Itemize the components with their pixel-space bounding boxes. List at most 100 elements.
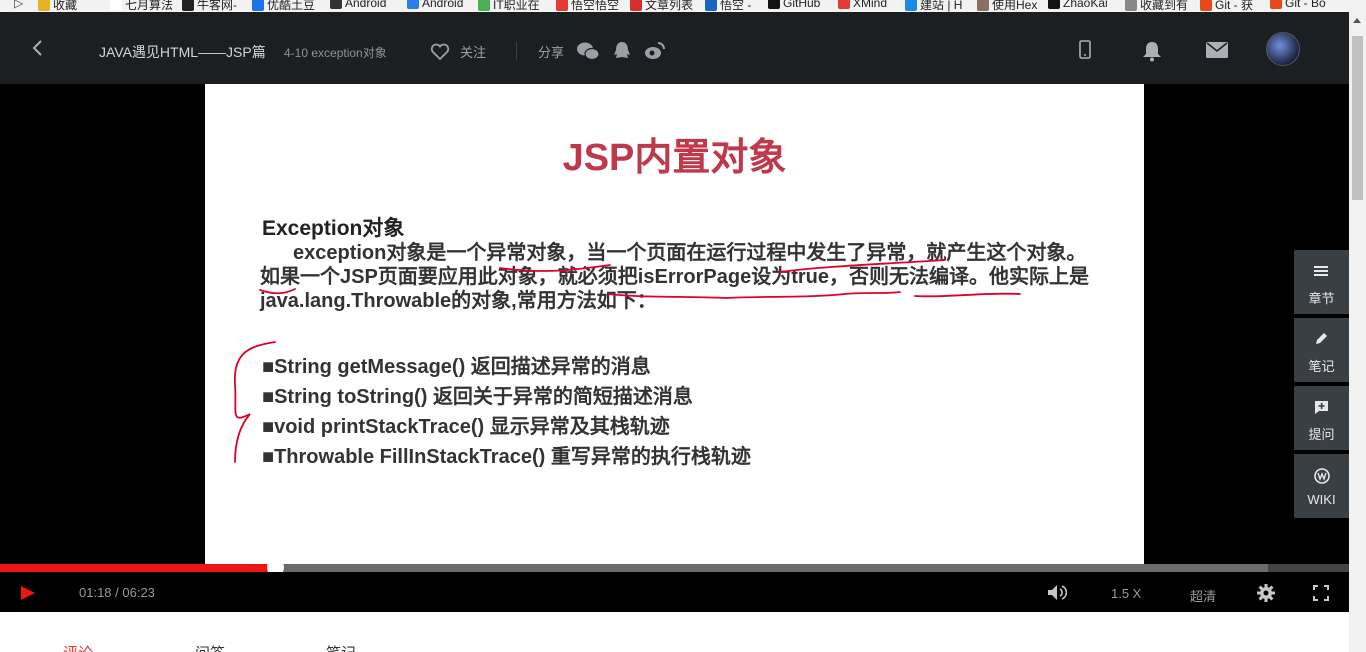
handwritten-annotations bbox=[234, 259, 1021, 463]
bookmarks-bar: ▷ 收藏 七月算法 牛客网- 优酷土豆 Android Android IT职业在 悟空悟空 文… bbox=[0, 0, 1366, 12]
qq-icon[interactable] bbox=[612, 41, 632, 61]
tab-comments[interactable]: 评论 bbox=[63, 642, 93, 652]
scroll-up-icon[interactable] bbox=[1353, 18, 1361, 23]
favicon-icon bbox=[768, 0, 780, 9]
back-arrow-icon[interactable] bbox=[28, 38, 48, 58]
bookmark-label: IT职业在 bbox=[493, 0, 540, 12]
favicon-icon bbox=[556, 0, 568, 11]
time-display: 01:18 / 06:23 bbox=[79, 585, 155, 600]
bookmark-item[interactable]: 收藏到有 bbox=[1125, 0, 1188, 12]
player-controls: 01:18 / 06:23 1.5 X 超清 bbox=[0, 572, 1349, 612]
settings-gear-icon[interactable] bbox=[1257, 584, 1275, 602]
bookmark-label: 使用Hex bbox=[992, 0, 1038, 12]
favicon-icon bbox=[905, 0, 917, 11]
favicon-icon bbox=[407, 0, 419, 9]
sidebar-wiki-button[interactable]: WIKI bbox=[1294, 454, 1349, 518]
sidebar-question-button[interactable]: 提问 bbox=[1294, 386, 1349, 450]
side-label: 提问 bbox=[1308, 427, 1335, 442]
user-avatar[interactable] bbox=[1266, 32, 1300, 66]
bookmark-label: Git - Bo bbox=[1285, 0, 1326, 10]
bookmark-label: 收藏 bbox=[53, 0, 78, 12]
content-tabs: 评论 问答 笔记 bbox=[0, 612, 1349, 652]
pencil-icon bbox=[1316, 333, 1327, 344]
favicon-icon bbox=[252, 0, 264, 11]
bookmark-item[interactable]: Android bbox=[330, 0, 386, 10]
bookmark-label: Git - 获 bbox=[1215, 0, 1253, 12]
side-label: WIKI bbox=[1307, 492, 1336, 507]
bookmark-item[interactable]: ZhaoKai bbox=[1048, 0, 1108, 10]
play-icon[interactable] bbox=[20, 585, 36, 601]
wechat-icon[interactable] bbox=[576, 41, 600, 61]
fullscreen-icon[interactable] bbox=[1313, 585, 1329, 601]
bookmark-label: 牛客网- bbox=[197, 0, 237, 12]
bookmark-item[interactable]: 牛客网- bbox=[182, 0, 237, 12]
course-header: JAVA遇见HTML——JSP篇 4-10 exception对象 关注 分享 bbox=[0, 12, 1349, 84]
quality-selector[interactable]: 超清 bbox=[1190, 586, 1216, 605]
side-label: 章节 bbox=[1308, 291, 1335, 306]
favicon-icon bbox=[110, 0, 122, 11]
sidebar-notes-button[interactable]: 笔记 bbox=[1294, 318, 1349, 382]
bookmark-item[interactable]: 悟空 - bbox=[705, 0, 751, 12]
favicon-icon bbox=[1270, 0, 1282, 9]
bookmark-item[interactable]: 收藏 bbox=[38, 0, 77, 12]
menu-icon bbox=[1314, 266, 1328, 276]
bookmark-label: 文章列表 bbox=[645, 0, 694, 12]
bookmark-item[interactable]: 优酷土豆 bbox=[252, 0, 315, 12]
weibo-icon[interactable] bbox=[644, 41, 666, 61]
bookmark-label: 悟空悟空 bbox=[571, 0, 620, 12]
mobile-icon[interactable] bbox=[1078, 40, 1092, 60]
progress-bar[interactable] bbox=[0, 559, 1349, 576]
bookmark-item[interactable]: Git - 获 bbox=[1200, 0, 1253, 12]
heart-icon bbox=[430, 43, 450, 60]
sidebar-toggle-icon[interactable]: ▷ bbox=[14, 0, 23, 10]
tab-notes[interactable]: 笔记 bbox=[326, 642, 356, 652]
bookmark-item[interactable]: 使用Hex bbox=[977, 0, 1037, 12]
bookmark-item[interactable]: XMind bbox=[838, 0, 887, 10]
page-scrollbar[interactable] bbox=[1349, 12, 1366, 652]
follow-label: 关注 bbox=[460, 45, 487, 60]
favicon-icon bbox=[1048, 0, 1060, 9]
header-divider bbox=[516, 42, 517, 60]
bookmark-label: Android bbox=[345, 0, 387, 10]
volume-icon[interactable] bbox=[1047, 584, 1067, 601]
side-label: 笔记 bbox=[1308, 359, 1335, 374]
bookmark-label: ZhaoKai bbox=[1063, 0, 1108, 10]
favicon-icon bbox=[838, 0, 850, 9]
favicon-icon bbox=[630, 0, 642, 11]
video-stage[interactable]: JSP内置对象 Exception对象 exception对象是一个异常对象，当… bbox=[0, 84, 1349, 564]
wiki-icon bbox=[1314, 468, 1330, 484]
bookmark-label: 七月算法 bbox=[125, 0, 174, 12]
tab-qa[interactable]: 问答 bbox=[195, 642, 225, 652]
bookmark-item[interactable]: Git - Bo bbox=[1270, 0, 1326, 10]
notification-bell-icon[interactable] bbox=[1141, 40, 1163, 62]
favicon-icon bbox=[705, 0, 717, 11]
slide-frame: JSP内置对象 Exception对象 exception对象是一个异常对象，当… bbox=[205, 84, 1144, 564]
follow-button[interactable]: 关注 bbox=[430, 42, 486, 61]
bookmark-item[interactable]: 文章列表 bbox=[630, 0, 693, 12]
sidebar-chapters-button[interactable]: 章节 bbox=[1294, 250, 1349, 314]
mail-icon[interactable] bbox=[1206, 42, 1228, 58]
favicon-icon bbox=[330, 0, 342, 9]
bookmark-item[interactable]: 七月算法 bbox=[110, 0, 173, 12]
playback-speed[interactable]: 1.5 X bbox=[1111, 586, 1141, 601]
share-label: 分享 bbox=[538, 44, 565, 60]
course-title[interactable]: JAVA遇见HTML——JSP篇 bbox=[99, 42, 266, 62]
bookmark-item[interactable]: Android bbox=[407, 0, 463, 10]
bookmark-item[interactable]: 建站 | H bbox=[905, 0, 962, 12]
bookmark-item[interactable]: 悟空悟空 bbox=[556, 0, 619, 12]
bookmark-label: 优酷土豆 bbox=[267, 0, 316, 12]
bookmark-item[interactable]: IT职业在 bbox=[478, 0, 540, 12]
bookmark-label: 收藏到有 bbox=[1140, 0, 1189, 12]
bookmark-label: 悟空 - bbox=[720, 0, 752, 12]
bookmark-label: XMind bbox=[853, 0, 888, 10]
favicon-icon bbox=[977, 0, 989, 11]
scrollbar-thumb[interactable] bbox=[1352, 36, 1363, 200]
lesson-title: 4-10 exception对象 bbox=[284, 46, 387, 60]
question-icon bbox=[1315, 401, 1328, 414]
favicon-icon bbox=[1200, 0, 1212, 11]
bookmark-label: GitHub bbox=[783, 0, 821, 10]
favicon-icon bbox=[1125, 0, 1137, 11]
favicon-icon bbox=[38, 0, 50, 11]
bookmark-label: Android bbox=[422, 0, 464, 10]
bookmark-item[interactable]: GitHub bbox=[768, 0, 820, 10]
